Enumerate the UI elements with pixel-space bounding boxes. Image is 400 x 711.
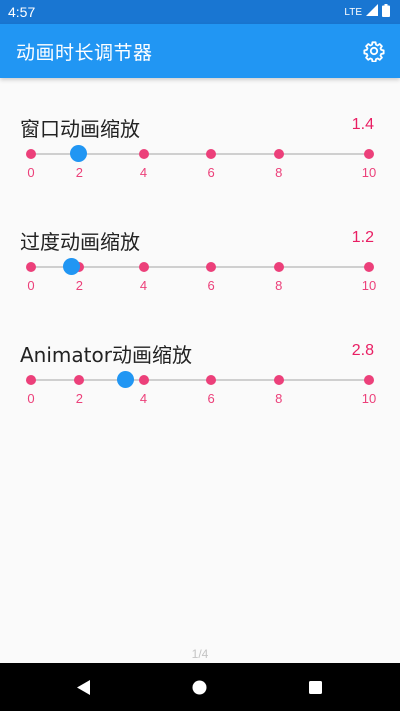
slider-tick — [206, 375, 217, 385]
slider-tick — [364, 375, 374, 385]
navigation-bar — [0, 663, 400, 711]
app-title: 动画时长调节器 — [16, 41, 153, 64]
slider-tick-label: 8 — [275, 278, 283, 293]
window-animation-scale-slider[interactable]: 0 2 4 6 8 10 — [26, 145, 376, 187]
section-value: 2.8 — [351, 342, 374, 359]
slider-tick-label: 4 — [139, 165, 148, 180]
battery-icon — [382, 3, 390, 21]
slider-tick — [206, 149, 217, 159]
slider-tick — [364, 149, 374, 159]
page-indicator: 1/4 — [191, 647, 209, 661]
transition-animation-scale-slider[interactable]: 0 2 4 6 8 10 — [26, 258, 376, 300]
section-value: 1.2 — [351, 229, 374, 246]
signal-icon — [366, 4, 378, 20]
slider-tick-label: 2 — [75, 391, 83, 406]
status-icons: LTE — [344, 3, 390, 21]
slider-thumb[interactable] — [63, 258, 81, 275]
slider-tick — [26, 375, 36, 385]
app-bar: 动画时长调节器 — [0, 24, 400, 78]
recent-apps-button[interactable] — [307, 679, 324, 696]
slider-tick — [273, 262, 284, 272]
animator-duration-scale-slider[interactable]: 0 2 4 6 8 10 — [26, 371, 376, 413]
slider-tick-label: 2 — [75, 278, 83, 293]
settings-button[interactable] — [362, 39, 386, 63]
slider-thumb[interactable] — [117, 371, 135, 388]
slider-tick-label: 8 — [275, 165, 283, 180]
recent-square-icon — [309, 681, 322, 694]
slider-tick — [138, 149, 149, 159]
slider-tick — [138, 375, 149, 385]
slider-tick — [206, 262, 217, 272]
window-animation-scale-section: 窗口动画缩放 1.4 0 2 4 6 8 10 — [0, 113, 400, 203]
status-time: 4:57 — [8, 4, 36, 20]
section-label: 过度动画缩放 — [20, 230, 140, 254]
transition-animation-scale-section: 过度动画缩放 1.2 0 2 4 6 8 10 — [0, 226, 400, 316]
section-label: Animator动画缩放 — [20, 343, 192, 367]
slider-tick-label: 6 — [207, 165, 215, 180]
slider-tick — [364, 262, 374, 272]
slider-tick-label: 6 — [207, 278, 215, 293]
back-button[interactable] — [75, 679, 92, 696]
slider-tick-label: 6 — [207, 391, 215, 406]
slider-tick — [273, 149, 284, 159]
slider-tick-label: 4 — [139, 391, 148, 406]
slider-tick-label: 0 — [27, 165, 35, 180]
slider-tick — [138, 262, 149, 272]
slider-tick-label: 0 — [27, 278, 35, 293]
slider-tick-label: 0 — [27, 391, 35, 406]
status-bar: 4:57 LTE — [0, 0, 400, 24]
network-type: LTE — [344, 6, 362, 18]
slider-tick-label: 8 — [275, 391, 283, 406]
slider-tick-label: 4 — [139, 278, 148, 293]
slider-tick — [273, 375, 284, 385]
home-circle-icon — [192, 680, 207, 695]
slider-tick-label: 2 — [75, 165, 83, 180]
section-value: 1.4 — [351, 116, 374, 133]
section-label: 窗口动画缩放 — [20, 117, 140, 141]
slider-tick-label: 10 — [361, 278, 377, 293]
animator-duration-scale-section: Animator动画缩放 2.8 0 2 4 6 8 10 — [0, 339, 400, 429]
slider-tick-label: 10 — [361, 391, 377, 406]
slider-tick-label: 10 — [361, 165, 377, 180]
gear-icon — [363, 41, 385, 62]
slider-tick — [26, 262, 36, 272]
slider-tick — [26, 149, 36, 159]
home-button[interactable] — [191, 679, 208, 696]
back-triangle-icon — [77, 680, 90, 695]
slider-tick — [74, 375, 85, 385]
slider-thumb[interactable] — [69, 145, 87, 162]
